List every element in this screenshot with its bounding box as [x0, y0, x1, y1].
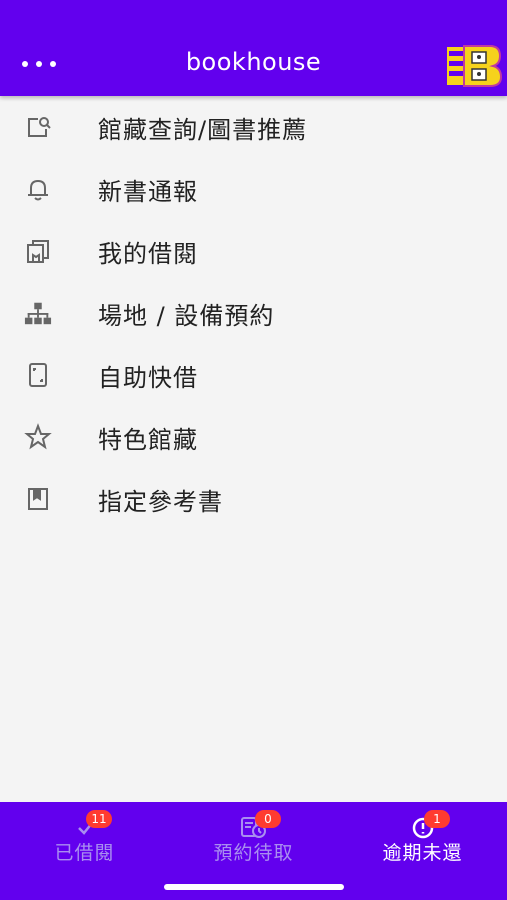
menu-item-label: 館藏查詢/圖書推薦	[98, 115, 308, 144]
sitemap-icon	[24, 299, 52, 327]
menu-item-label: 特色館藏	[98, 425, 198, 454]
search-tag-icon	[24, 113, 52, 141]
menu-item-special-collections[interactable]: 特色館藏	[0, 406, 507, 468]
bell-icon	[24, 175, 52, 203]
app-title: bookhouse	[185, 48, 322, 76]
tab-label: 預約待取	[213, 842, 294, 864]
tab-overdue[interactable]: 1 逾期未還	[338, 802, 507, 900]
menu-item-label: 場地 / 設備預約	[98, 301, 275, 330]
phone-scan-icon	[24, 361, 52, 389]
menu-item-label: 自助快借	[98, 363, 198, 392]
menu-item-label: 我的借閱	[98, 239, 198, 268]
bookhouse-logo	[446, 45, 502, 87]
menu-item-venue-booking[interactable]: 場地 / 設備預約	[0, 282, 507, 344]
home-indicator[interactable]	[164, 884, 344, 890]
badge-count: 0	[255, 810, 281, 828]
tab-label: 已借閱	[54, 842, 115, 864]
menu-item-catalog-search[interactable]: 館藏查詢/圖書推薦	[0, 96, 507, 158]
menu-item-reference-books[interactable]: 指定參考書	[0, 468, 507, 530]
badge-count: 11	[86, 810, 112, 828]
menu-item-new-books[interactable]: 新書通報	[0, 158, 507, 220]
tab-label: 逾期未還	[382, 842, 463, 864]
menu-item-my-loans[interactable]: 我的借閱	[0, 220, 507, 282]
menu-item-label: 指定參考書	[98, 487, 223, 516]
tab-borrowed[interactable]: 11 已借閱	[0, 802, 169, 900]
menu-item-label: 新書通報	[98, 177, 198, 206]
menu-item-self-checkout[interactable]: 自助快借	[0, 344, 507, 406]
books-icon	[24, 237, 52, 265]
app-header: bookhouse	[0, 0, 507, 96]
star-icon	[24, 423, 52, 451]
bookmark-book-icon	[24, 485, 52, 513]
badge-count: 1	[424, 810, 450, 828]
